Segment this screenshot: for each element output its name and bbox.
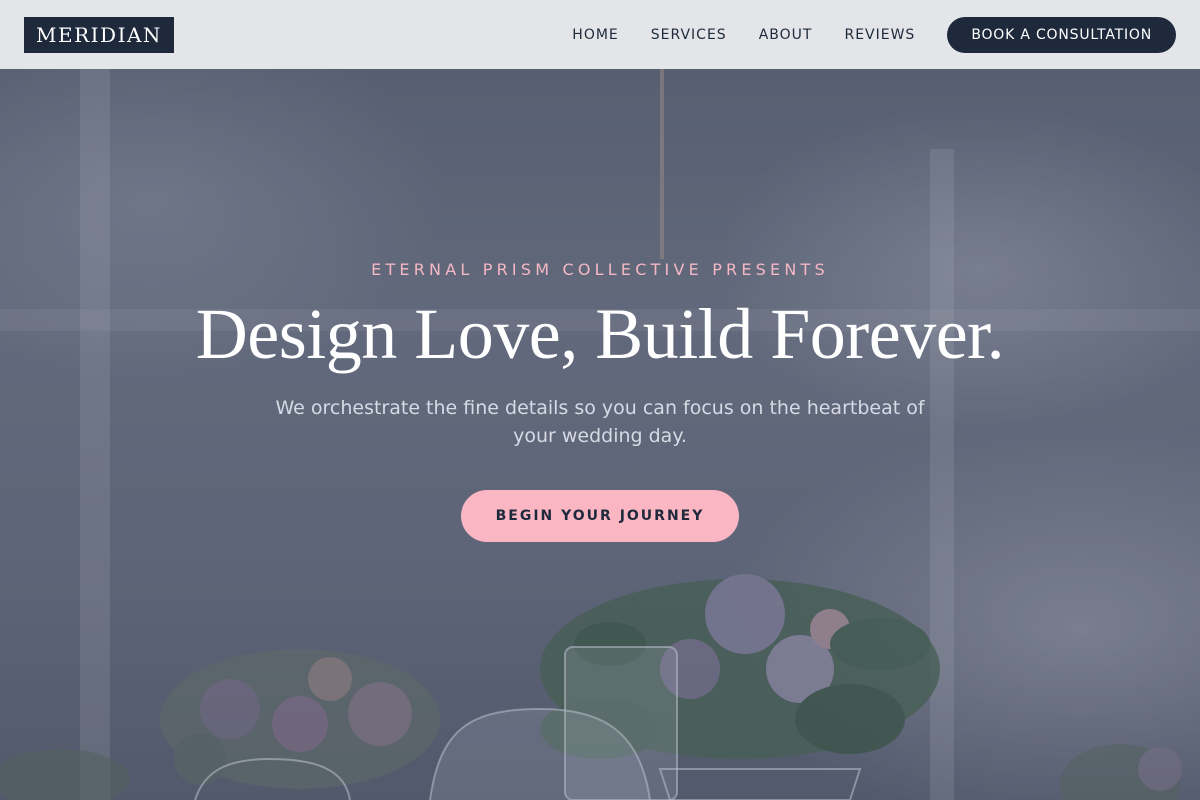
nav-services[interactable]: SERVICES — [651, 27, 727, 43]
site-header: MERIDIAN HOME SERVICES ABOUT REVIEWS BOO… — [0, 0, 1200, 69]
nav-about[interactable]: ABOUT — [759, 27, 813, 43]
hero-subtext: We orchestrate the fine details so you c… — [275, 397, 925, 447]
begin-journey-button[interactable]: BEGIN YOUR JOURNEY — [461, 490, 739, 542]
hero-headline: Design Love, Build Forever. — [195, 294, 1005, 374]
hero-eyebrow: ETERNAL PRISM COLLECTIVE PRESENTS — [371, 260, 829, 279]
hero-section: ETERNAL PRISM COLLECTIVE PRESENTS Design… — [0, 69, 1200, 800]
nav-home[interactable]: HOME — [572, 27, 618, 43]
nav-reviews[interactable]: REVIEWS — [844, 27, 915, 43]
book-consultation-button[interactable]: BOOK A CONSULTATION — [947, 16, 1176, 53]
main-nav: HOME SERVICES ABOUT REVIEWS BOOK A CONSU… — [572, 16, 1176, 53]
logo[interactable]: MERIDIAN — [24, 16, 174, 53]
